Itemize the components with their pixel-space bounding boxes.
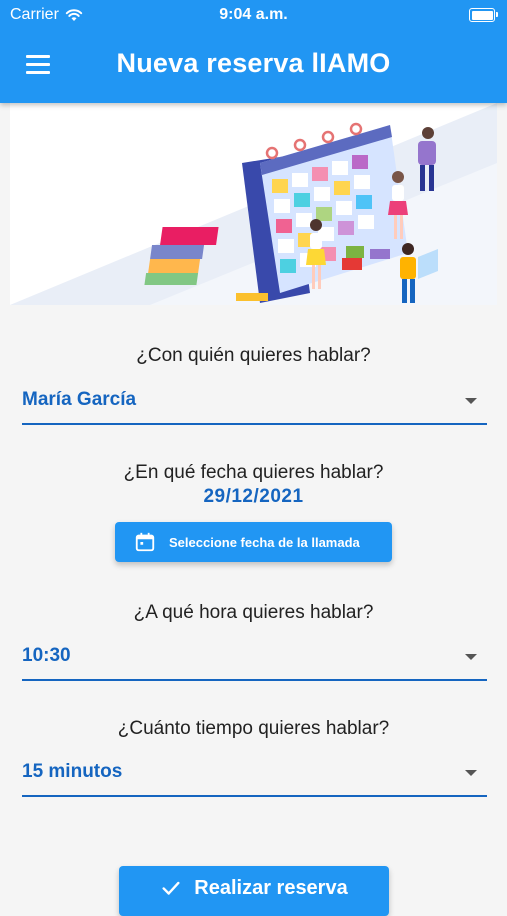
chevron-down-icon bbox=[465, 770, 477, 776]
duration-value: 15 minutos bbox=[22, 761, 123, 782]
submit-label: Realizar reserva bbox=[194, 876, 348, 899]
status-bar: Carrier 9:04 a.m. bbox=[0, 0, 507, 30]
calendar-people-illustration bbox=[10, 103, 497, 305]
app-bar: Carrier 9:04 a.m. Nueva reserva lIAMO bbox=[0, 0, 507, 103]
calendar-icon bbox=[135, 532, 155, 552]
hour-dropdown[interactable]: 10:30 bbox=[22, 641, 487, 681]
chevron-down-icon bbox=[465, 654, 477, 660]
select-date-button[interactable]: Seleccione fecha de la llamada bbox=[115, 522, 392, 562]
check-icon bbox=[162, 881, 180, 895]
duration-label: ¿Cuánto tiempo quieres hablar? bbox=[117, 718, 390, 739]
battery-icon bbox=[469, 8, 498, 22]
hour-value: 10:30 bbox=[22, 645, 71, 666]
duration-dropdown[interactable]: 15 minutos bbox=[22, 757, 487, 797]
date-label: ¿En qué fecha quieres hablar? bbox=[123, 462, 384, 483]
hero-illustration bbox=[10, 103, 497, 305]
select-date-label: Seleccione fecha de la llamada bbox=[169, 534, 360, 550]
chevron-down-icon bbox=[465, 398, 477, 404]
who-value: María García bbox=[22, 389, 137, 410]
submit-reservation-button[interactable]: Realizar reserva bbox=[119, 866, 389, 916]
hour-label: ¿A qué hora quieres hablar? bbox=[133, 602, 374, 623]
who-dropdown[interactable]: María García bbox=[22, 385, 487, 425]
page-title: Nueva reserva lIAMO bbox=[116, 48, 391, 78]
who-label: ¿Con quién quieres hablar? bbox=[136, 345, 371, 366]
date-value: 29/12/2021 bbox=[203, 486, 304, 507]
status-time: 9:04 a.m. bbox=[219, 6, 288, 23]
